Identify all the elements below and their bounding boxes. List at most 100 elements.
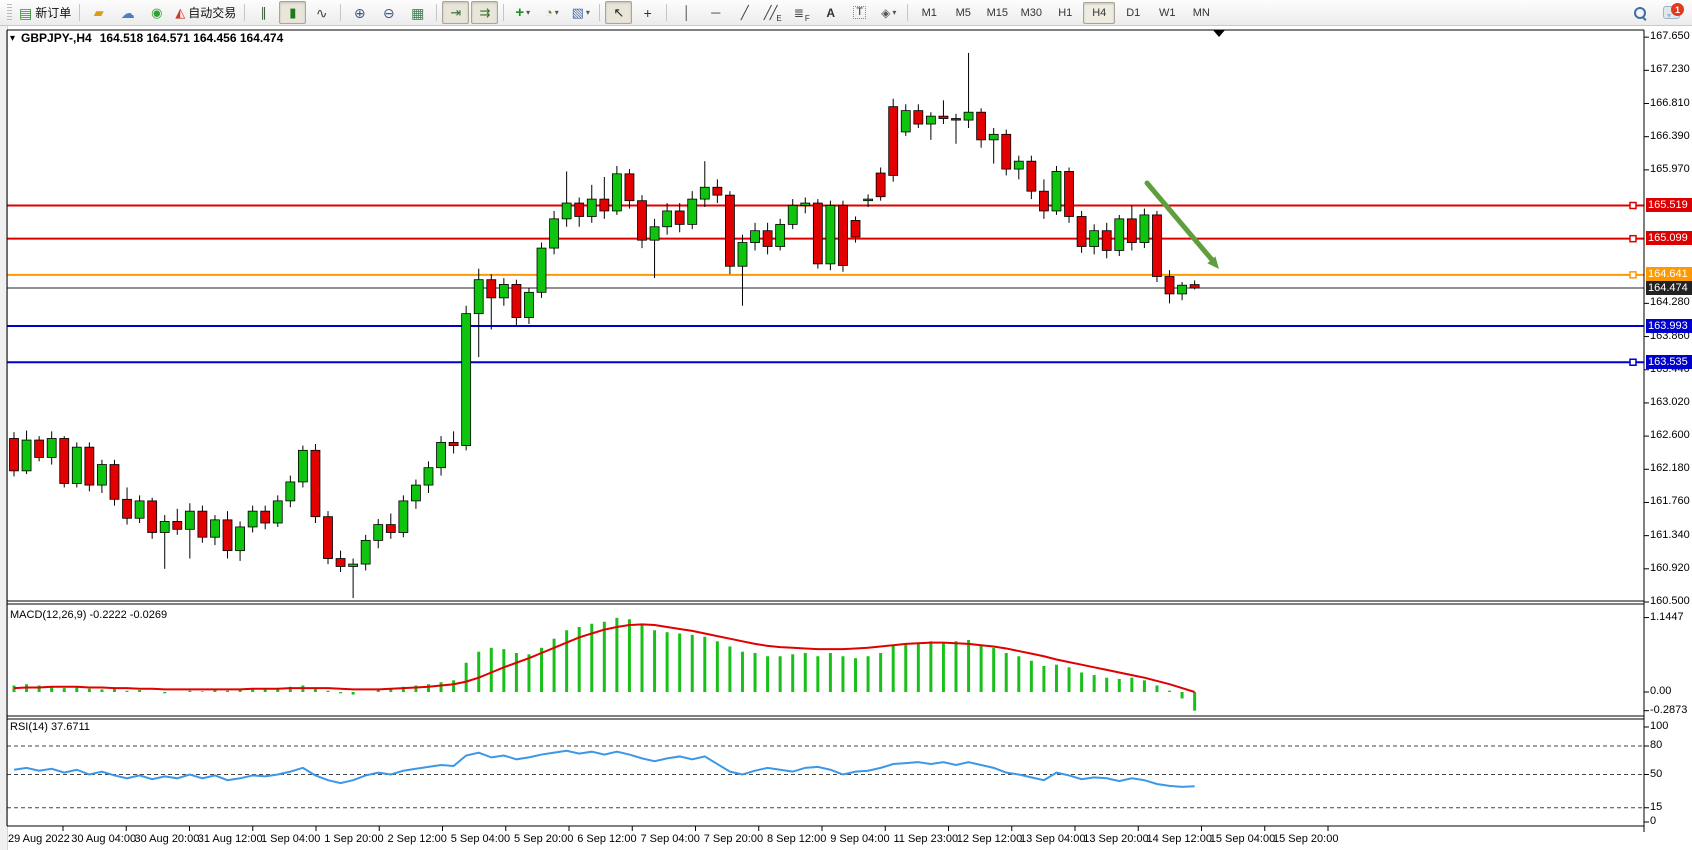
- horizontal-line-button[interactable]: ─: [701, 1, 728, 24]
- fibonacci-button[interactable]: ≣F: [788, 1, 815, 24]
- periods-button[interactable]: ◔▾: [538, 1, 565, 24]
- candle-up: [1052, 171, 1061, 211]
- price-axis[interactable]: [1644, 26, 1692, 832]
- candle-down: [1165, 277, 1174, 294]
- candle-up: [185, 511, 194, 529]
- timeframe-h4-button[interactable]: H4: [1083, 2, 1115, 24]
- time-axis[interactable]: [7, 826, 1644, 850]
- auto-scroll-icon: ⇉: [479, 6, 490, 19]
- chart-shift-marker[interactable]: [1213, 30, 1225, 37]
- candle-down: [261, 511, 270, 523]
- tile-windows-button[interactable]: ▦: [404, 1, 431, 24]
- auto-scroll-button[interactable]: ⇉: [471, 1, 498, 24]
- gold-icon: ▰: [94, 6, 104, 19]
- arrows-button[interactable]: ◈▾: [875, 1, 902, 24]
- templates-button[interactable]: ▧▾: [567, 1, 594, 24]
- timeframe-m5-button[interactable]: M5: [947, 2, 979, 24]
- candle-down: [713, 187, 722, 195]
- candle-up: [801, 203, 810, 205]
- timeframe-mn-button[interactable]: MN: [1185, 2, 1217, 24]
- trendline-icon: ╱: [741, 6, 747, 19]
- chevron-down-icon[interactable]: ▾: [892, 8, 896, 17]
- candle-up: [424, 468, 433, 485]
- timeframe-m1-button[interactable]: M1: [913, 2, 945, 24]
- channel-button[interactable]: ╱╱E: [759, 1, 786, 24]
- candle-up: [788, 205, 797, 224]
- hline-handle[interactable]: [1630, 272, 1636, 278]
- zoom-in-button[interactable]: ⊕: [346, 1, 373, 24]
- zoom-out-button[interactable]: ⊖: [375, 1, 402, 24]
- candle-up: [587, 199, 596, 216]
- candle-up: [411, 485, 420, 501]
- candle-up: [1014, 161, 1023, 169]
- candle-down: [35, 440, 44, 457]
- chevron-down-icon[interactable]: ▾: [555, 8, 559, 17]
- new-order-button[interactable]: ▤新订单: [16, 1, 74, 24]
- chart-shift-icon: ⇥: [450, 6, 461, 19]
- timeframe-m30-button[interactable]: M30: [1015, 2, 1047, 24]
- label-icon: T: [853, 6, 866, 19]
- chevron-down-icon[interactable]: ▾: [526, 8, 530, 17]
- candle-down: [575, 203, 584, 216]
- rsi-line: [14, 751, 1195, 787]
- chart-shift-button[interactable]: ⇥: [442, 1, 469, 24]
- timeframe-w1-button[interactable]: W1: [1151, 2, 1183, 24]
- text-button[interactable]: A: [817, 1, 844, 24]
- candle-down: [223, 520, 232, 551]
- candle-up: [688, 199, 697, 224]
- candle-down: [763, 231, 772, 247]
- candle-up: [926, 116, 935, 124]
- search-icon: [1634, 7, 1646, 19]
- signals-button[interactable]: ◉: [143, 1, 170, 24]
- chart-symbol-title: GBPJPY-,H4: [21, 31, 92, 45]
- cursor-button[interactable]: ↖: [605, 1, 632, 24]
- collapse-indicator-toggle[interactable]: ▾: [10, 33, 15, 44]
- search-button[interactable]: [1626, 1, 1653, 24]
- line-chart-button[interactable]: ∿: [308, 1, 335, 24]
- candle-up: [361, 540, 370, 564]
- candle-up: [826, 205, 835, 263]
- candle-up: [160, 521, 169, 532]
- hline-handle[interactable]: [1630, 359, 1636, 365]
- candle-up: [1178, 285, 1187, 294]
- candle-down: [939, 116, 948, 118]
- candle-down: [675, 211, 684, 224]
- toolbar-grip[interactable]: [7, 4, 12, 21]
- new-order-icon: ▤: [19, 6, 32, 20]
- hline-handle[interactable]: [1630, 202, 1636, 208]
- timeframe-h1-button[interactable]: H1: [1049, 2, 1081, 24]
- bars-icon: ∥: [261, 6, 268, 19]
- timeframe-d1-button[interactable]: D1: [1117, 2, 1149, 24]
- candlestick-button[interactable]: ▮: [279, 1, 306, 24]
- candle-down: [85, 447, 94, 485]
- candle-down: [1077, 216, 1086, 246]
- toolbar-separator: [503, 4, 504, 21]
- fibo-icon: ≣: [794, 7, 804, 19]
- chart-profile-button[interactable]: ▰: [85, 1, 112, 24]
- candle-down: [110, 465, 119, 500]
- cloud-user-icon: ☁: [121, 6, 135, 20]
- candle-down: [449, 442, 458, 445]
- timeframe-m15-button[interactable]: M15: [981, 2, 1013, 24]
- candle-up: [1115, 219, 1124, 251]
- bar-chart-button[interactable]: ∥: [250, 1, 277, 24]
- vertical-line-button[interactable]: │: [672, 1, 699, 24]
- trendline-button[interactable]: ╱: [730, 1, 757, 24]
- chevron-down-icon[interactable]: ▾: [586, 8, 590, 17]
- community-button[interactable]: ☁: [114, 1, 141, 24]
- notifications-button[interactable]: 1: [1655, 1, 1687, 24]
- label-button[interactable]: T: [846, 1, 873, 24]
- toolbar-right: 1: [1625, 1, 1688, 24]
- crosshair-button[interactable]: +: [634, 1, 661, 24]
- auto-trading-button[interactable]: ◭自动交易: [172, 1, 239, 24]
- clock-icon: ◔: [545, 6, 553, 19]
- toolbar-separator: [666, 4, 667, 21]
- hline-handle[interactable]: [1630, 236, 1636, 242]
- toolbar-separator: [244, 4, 245, 21]
- candle-up: [22, 440, 31, 471]
- indicators-button[interactable]: +▾: [509, 1, 536, 24]
- candle-down: [1002, 134, 1011, 169]
- chart-canvas[interactable]: [0, 26, 1692, 850]
- candle-up: [537, 248, 546, 292]
- candle-down: [60, 438, 69, 483]
